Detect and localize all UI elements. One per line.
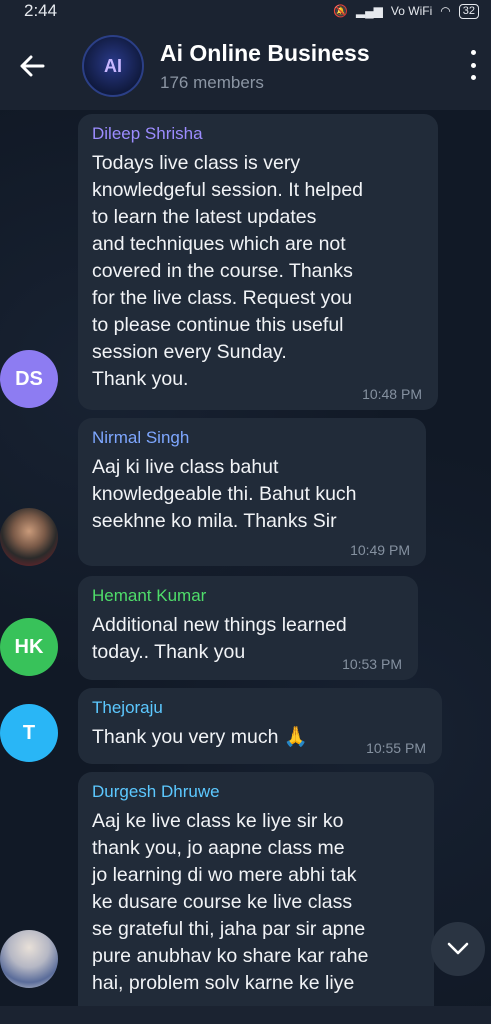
status-time: 2:44 [24,1,58,20]
group-info[interactable]: Ai Online Business 176 members [160,40,370,93]
avatar-initials: T [22,721,36,744]
group-avatar-text: AI [104,55,122,76]
message-sender[interactable]: Dileep Shrisha [92,124,424,144]
message-sender[interactable]: Thejoraju [92,698,428,718]
status-bar: 2:44 🔕 ▂▄▆ Vo WiFi ◠ 32 [0,0,491,22]
wifi-label: Vo WiFi [390,4,433,18]
message-bubble[interactable]: Dileep Shrisha Todays live class is very… [78,114,438,410]
message-text: Aaj ke live class ke liye sir ko thank y… [92,810,369,994]
avatar-initials: DS [15,367,43,390]
chat-header: AI Ai Online Business 176 members [0,22,491,110]
scroll-to-bottom-button[interactable] [431,922,485,976]
chevron-down-icon [447,942,469,955]
sender-avatar-photo[interactable] [0,508,58,566]
message-time: 10:55 PM [366,740,426,756]
message-sender[interactable]: Durgesh Dhruwe [92,782,420,802]
message-text: Aaj ki live class bahut knowledgeable th… [92,456,357,532]
mute-icon: 🔕 [333,4,348,18]
sender-avatar-photo[interactable] [0,930,58,988]
message-bubble[interactable]: Thejoraju Thank you very much 🙏 10:55 PM [78,688,442,764]
message-sender[interactable]: Nirmal Singh [92,428,412,448]
battery-icon: 32 [458,3,479,19]
message-sender[interactable]: Hemant Kumar [92,586,404,606]
back-button[interactable] [2,36,62,96]
back-arrow-icon [20,55,45,77]
group-avatar[interactable]: AI [82,35,144,97]
group-title: Ai Online Business [160,39,370,66]
message-text: Todays live class is very knowledgeful s… [92,152,364,390]
message-time: 10:49 PM [350,542,410,558]
message-time: 10:48 PM [362,386,422,402]
more-dots-icon [470,50,476,55]
avatar-initials: HK [14,635,44,658]
message-bubble[interactable]: Nirmal Singh Aaj ki live class bahut kno… [78,418,426,566]
message-list[interactable]: Dileep Shrisha Todays live class is very… [0,110,491,1006]
signal-icon: ▂▄▆ [355,4,383,18]
sender-avatar[interactable]: DS [0,350,58,408]
member-count: 176 members [160,72,264,92]
message-bubble[interactable]: Durgesh Dhruwe Aaj ke live class ke liye… [78,772,434,1006]
sender-avatar[interactable]: T [0,704,58,762]
wifi-icon: ◠ [440,4,451,18]
message-bubble[interactable]: Hemant Kumar Additional new things learn… [78,576,418,680]
message-time: 10:53 PM [342,656,402,672]
status-indicators: 🔕 ▂▄▆ Vo WiFi ◠ 32 [333,3,479,19]
more-options-button[interactable] [465,50,481,80]
sender-avatar[interactable]: HK [0,618,58,676]
input-bar[interactable] [0,1006,491,1024]
